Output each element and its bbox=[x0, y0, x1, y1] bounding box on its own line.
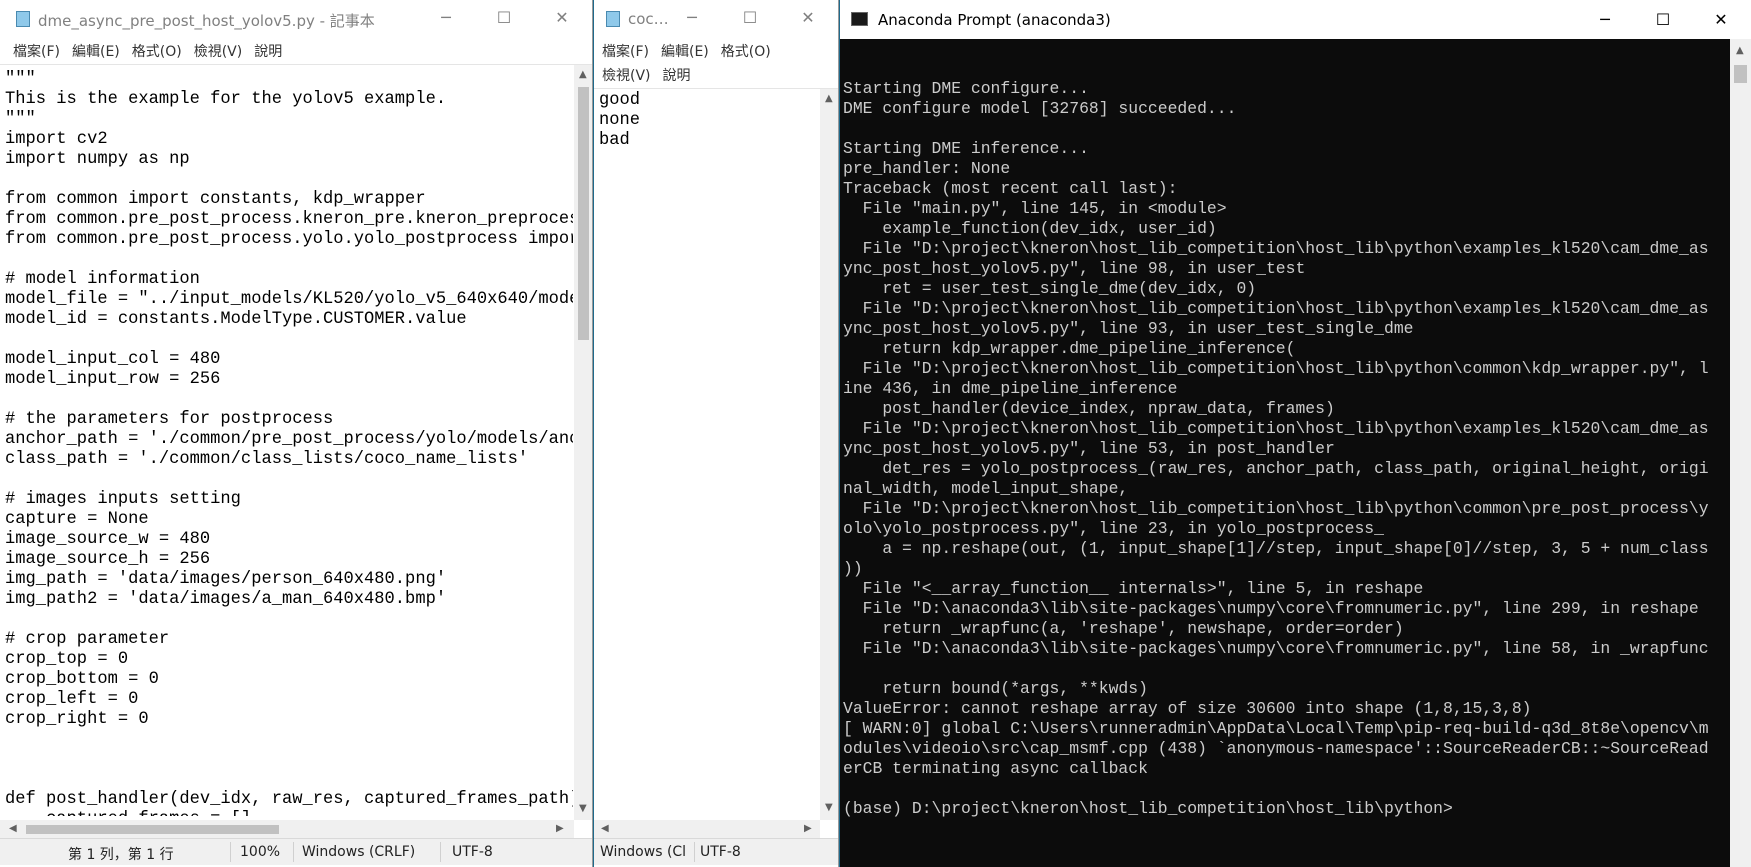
line-ending: Windows (CRLF) bbox=[302, 844, 416, 860]
notepad-icon bbox=[16, 11, 30, 27]
vertical-scrollbar[interactable]: ▲ ▼ bbox=[820, 89, 838, 820]
notepad-window-main: dme_async_pre_post_host_yolov5.py - 記事本 … bbox=[0, 0, 593, 867]
maximize-button[interactable]: ☐ bbox=[476, 0, 532, 36]
status-bar: 第 1 列，第 1 行 100% Windows (CRLF) UTF-8 bbox=[0, 838, 592, 865]
window-title: dme_async_pre_post_host_yolov5.py - 記事本 bbox=[38, 12, 375, 30]
close-button[interactable]: ✕ bbox=[534, 0, 590, 36]
zoom-level: 100% bbox=[240, 844, 281, 860]
scroll-up-icon[interactable]: ▲ bbox=[579, 69, 587, 80]
scrollbar-thumb[interactable] bbox=[1734, 65, 1747, 83]
maximize-button[interactable]: ☐ bbox=[1635, 0, 1691, 39]
window-title: coc… bbox=[628, 10, 669, 28]
scroll-up-icon[interactable]: ▲ bbox=[825, 93, 833, 104]
menu-file[interactable]: 檔案(F) bbox=[596, 41, 655, 61]
status-bar: Windows (Cl UTF-8 bbox=[594, 838, 838, 865]
notepad-title-bar[interactable]: dme_async_pre_post_host_yolov5.py - 記事本 … bbox=[0, 0, 592, 36]
menu-format[interactable]: 格式(O) bbox=[126, 41, 188, 61]
vertical-scrollbar[interactable]: ▲ bbox=[1730, 39, 1751, 867]
text-editor[interactable]: """ This is the example for the yolov5 e… bbox=[0, 64, 592, 839]
scroll-up-icon[interactable]: ▲ bbox=[1736, 45, 1744, 56]
menu-bar: 檔案(F) 編輯(E) 格式(O) 檢視(V) 說明 bbox=[7, 41, 592, 61]
editor-content[interactable]: good none bad bbox=[599, 91, 640, 151]
menu-help[interactable]: 說明 bbox=[657, 65, 697, 85]
menu-help[interactable]: 說明 bbox=[248, 41, 288, 61]
scroll-left-icon[interactable]: ◀ bbox=[601, 823, 609, 834]
scroll-left-icon[interactable]: ◀ bbox=[9, 823, 17, 834]
close-button[interactable]: ✕ bbox=[780, 0, 836, 36]
menu-bar-row2: 檢視(V) 說明 bbox=[596, 65, 838, 85]
vertical-scrollbar[interactable]: ▲ ▼ bbox=[574, 65, 592, 820]
console-output[interactable]: Starting DME configure... DME configure … bbox=[843, 79, 1709, 819]
close-button[interactable]: ✕ bbox=[1693, 0, 1749, 39]
menu-view[interactable]: 檢視(V) bbox=[188, 41, 249, 61]
scroll-right-icon[interactable]: ▶ bbox=[556, 823, 564, 834]
menu-format[interactable]: 格式(O) bbox=[715, 41, 777, 61]
menu-view[interactable]: 檢視(V) bbox=[596, 65, 657, 85]
console-area[interactable]: Starting DME configure... DME configure … bbox=[840, 39, 1751, 867]
notepad-title-bar[interactable]: coc… ─ ☐ ✕ bbox=[594, 0, 838, 36]
scroll-down-icon[interactable]: ▼ bbox=[579, 803, 587, 814]
minimize-button[interactable]: ─ bbox=[418, 0, 474, 36]
maximize-button[interactable]: ☐ bbox=[722, 0, 778, 36]
menu-edit[interactable]: 編輯(E) bbox=[655, 41, 715, 61]
scroll-down-icon[interactable]: ▼ bbox=[825, 802, 833, 813]
window-title: Anaconda Prompt (anaconda3) bbox=[878, 11, 1111, 29]
minimize-button[interactable]: ─ bbox=[1577, 0, 1633, 39]
horizontal-scrollbar[interactable]: ◀ ▶ bbox=[0, 820, 574, 839]
menu-edit[interactable]: 編輯(E) bbox=[66, 41, 126, 61]
encoding: UTF-8 bbox=[700, 844, 741, 860]
minimize-button[interactable]: ─ bbox=[664, 0, 720, 36]
scrollbar-thumb[interactable] bbox=[578, 87, 589, 340]
encoding: UTF-8 bbox=[452, 844, 493, 860]
menu-file[interactable]: 檔案(F) bbox=[7, 41, 66, 61]
notepad-window-coco: coc… ─ ☐ ✕ 檔案(F) 編輯(E) 格式(O) 檢視(V) 說明 good … bbox=[594, 0, 839, 867]
scroll-right-icon[interactable]: ▶ bbox=[804, 823, 812, 834]
editor-content[interactable]: """ This is the example for the yolov5 e… bbox=[5, 70, 573, 816]
scrollbar-thumb-horizontal[interactable] bbox=[26, 825, 279, 834]
cursor-position: 第 1 列，第 1 行 bbox=[68, 847, 174, 863]
menu-bar: 檔案(F) 編輯(E) 格式(O) bbox=[596, 41, 838, 61]
line-ending: Windows (Cl bbox=[600, 844, 687, 860]
cmd-icon bbox=[851, 12, 868, 26]
notepad-icon bbox=[606, 11, 620, 27]
horizontal-scrollbar[interactable]: ◀ ▶ bbox=[594, 820, 820, 839]
anaconda-prompt-window: Anaconda Prompt (anaconda3) ─ ☐ ✕ Starti… bbox=[840, 0, 1751, 867]
text-editor[interactable]: good none bad ▲ ▼ ◀ ▶ bbox=[594, 88, 838, 839]
console-title-bar[interactable]: Anaconda Prompt (anaconda3) ─ ☐ ✕ bbox=[840, 0, 1751, 39]
